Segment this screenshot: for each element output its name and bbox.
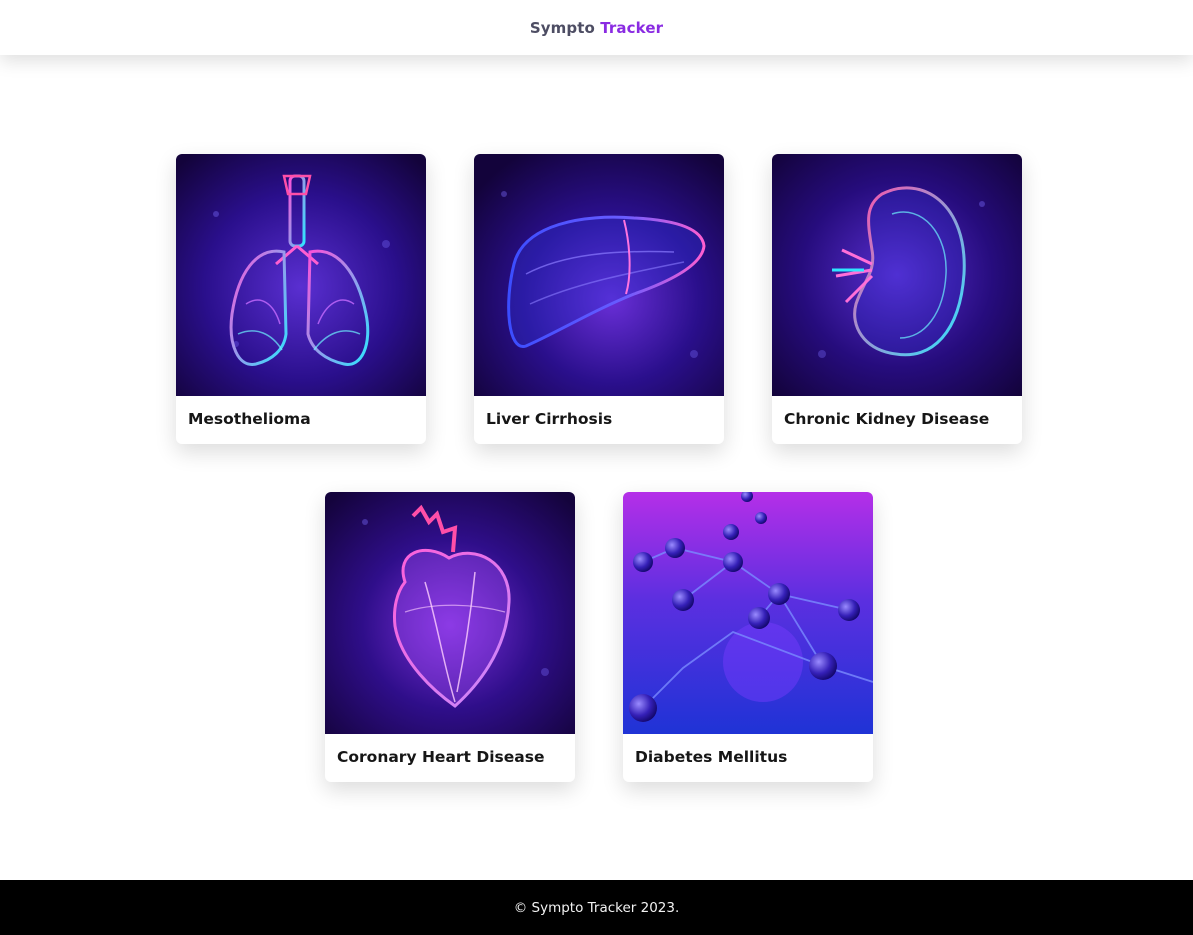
- heart-illustration: [325, 492, 575, 734]
- card-title: Diabetes Mellitus: [635, 748, 788, 766]
- card-title: Chronic Kidney Disease: [784, 410, 990, 428]
- disease-card-coronary-heart-disease[interactable]: Coronary Heart Disease: [325, 492, 575, 782]
- disease-card-chronic-kidney-disease[interactable]: Chronic Kidney Disease: [772, 154, 1022, 444]
- card-title: Mesothelioma: [188, 410, 311, 428]
- card-title: Coronary Heart Disease: [337, 748, 545, 766]
- disease-card-mesothelioma[interactable]: Mesothelioma: [176, 154, 426, 444]
- disease-card-diabetes-mellitus[interactable]: Diabetes Mellitus: [623, 492, 873, 782]
- molecules-illustration: [623, 492, 873, 734]
- lungs-illustration: [176, 154, 426, 396]
- footer: © Sympto Tracker 2023.: [0, 880, 1193, 935]
- brand-name-part1: Sympto: [529, 18, 595, 37]
- liver-illustration: [474, 154, 724, 396]
- disease-card-liver-cirrhosis[interactable]: Liver Cirrhosis: [474, 154, 724, 444]
- copyright-text: © Sympto Tracker 2023.: [513, 899, 680, 916]
- card-title: Liver Cirrhosis: [486, 410, 613, 428]
- kidney-illustration: [772, 154, 1022, 396]
- top-navbar: Sympto Tracker: [0, 0, 1193, 55]
- brand-name-part2: Tracker: [600, 18, 664, 37]
- brand-logo[interactable]: Sympto Tracker: [530, 19, 663, 37]
